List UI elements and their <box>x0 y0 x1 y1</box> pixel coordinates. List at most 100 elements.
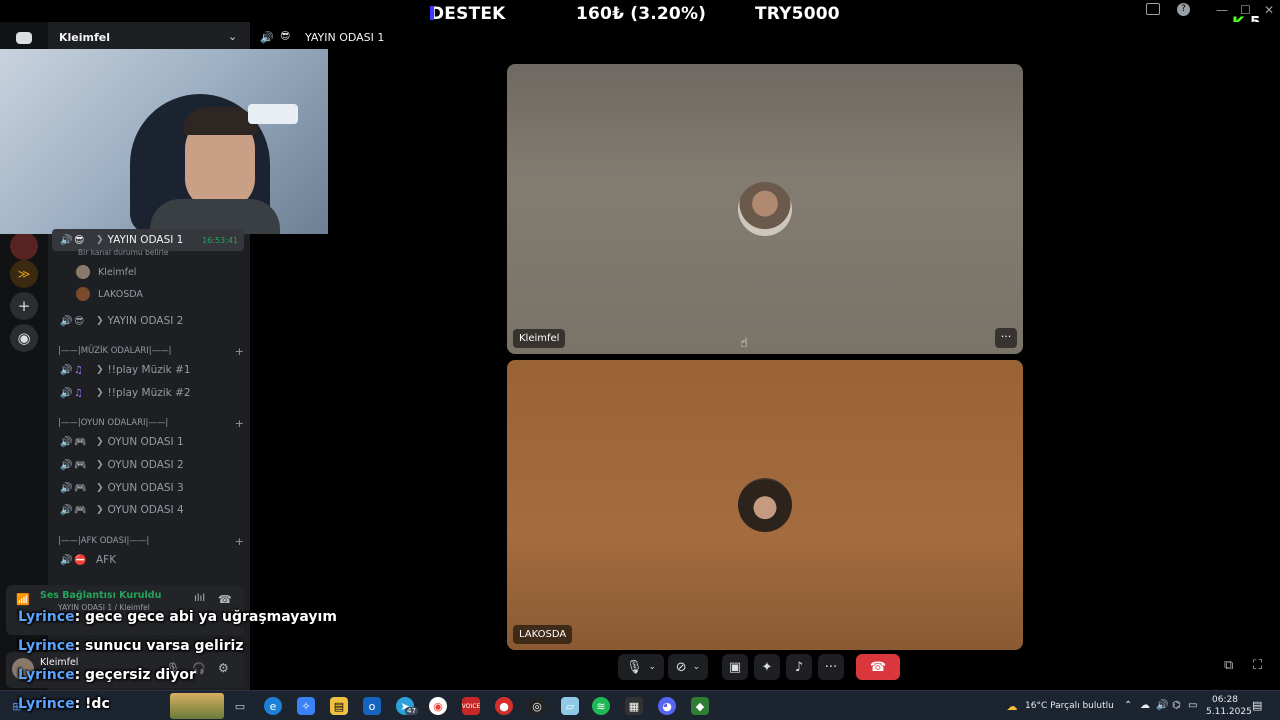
member-kleimfel[interactable]: Kleimfel <box>76 262 136 282</box>
channel-oyun-3[interactable]: 🔊 🎮 ❯ OYUN ODASI 3 <box>52 477 244 499</box>
channel-muzik-1[interactable]: 🔊 ♫ ❯ !!play Müzik #1 <box>52 359 244 381</box>
channel-oyun-4[interactable]: 🔊 🎮 ❯ OYUN ODASI 4 <box>52 499 244 521</box>
screen-share-icon: ▣ <box>728 659 742 675</box>
obs-icon[interactable]: ◎ <box>528 697 546 715</box>
mute-button[interactable]: 🎙 ⌄ <box>618 654 664 680</box>
speaker-icon: 🔊 <box>60 554 73 566</box>
widgets-thumbnail[interactable] <box>170 693 224 719</box>
popout-icon[interactable]: ⧉ <box>1224 658 1233 673</box>
server-icon[interactable] <box>10 232 38 260</box>
server-icon-wings[interactable]: ≫ <box>10 260 38 288</box>
discover-icon[interactable]: ◉ <box>10 324 38 352</box>
avatar <box>76 265 90 279</box>
clock-date[interactable]: 5.11.2025 <box>1206 707 1252 717</box>
add-channel-icon[interactable]: + <box>235 417 244 430</box>
chevron-down-icon[interactable]: ⌄ <box>228 30 237 43</box>
close-icon[interactable]: ✕ <box>1264 3 1274 17</box>
channel-muzik-2[interactable]: 🔊 ♫ ❯ !!play Müzik #2 <box>52 382 244 404</box>
avatar <box>738 478 792 532</box>
channel-name: YAYIN ODASI 1 <box>107 234 184 246</box>
speaker-icon: 🔊 <box>60 459 73 471</box>
tray-chevron-up-icon[interactable]: ⌃ <box>1124 700 1132 711</box>
chevron-down-icon[interactable]: ⌄ <box>648 662 656 672</box>
channel-afk[interactable]: 🔊 ⛔ AFK <box>52 549 244 571</box>
server-name[interactable]: Kleimfel <box>59 31 110 44</box>
sunglasses-emoji-icon: 😎 <box>74 315 85 327</box>
channel-oyun-1[interactable]: 🔊 🎮 ❯ OYUN ODASI 1 <box>52 431 244 453</box>
camera-button[interactable]: ⊘ ⌄ <box>668 654 708 680</box>
weather-icon[interactable]: ☁ <box>1003 697 1021 715</box>
stream-overlay-bar: DESTEK 160₺ (3.20%) TRY5000 ? — ☐ ✕ K 5 <box>0 0 1280 32</box>
channel-name: !!play Müzik #2 <box>107 387 191 399</box>
signal-icon[interactable]: 📶 <box>16 593 30 606</box>
channel-yayin-odasi-2[interactable]: 🔊 😎 ❯ YAYIN ODASI 2 <box>52 310 244 332</box>
phone-hangup-icon: ☎ <box>869 659 887 675</box>
add-channel-icon[interactable]: + <box>235 535 244 548</box>
channel-name: OYUN ODASI 3 <box>107 482 184 494</box>
voice-status[interactable]: Ses Bağlantısı Kuruldu <box>40 590 161 601</box>
channel-status[interactable]: Bir kanal durumu belirle <box>78 248 168 257</box>
record-icon[interactable]: ● <box>495 697 513 715</box>
add-channel-icon[interactable]: + <box>235 345 244 358</box>
display-icon[interactable]: ▭ <box>1188 700 1197 711</box>
discord-home-icon[interactable] <box>16 32 32 44</box>
edge-icon[interactable]: e <box>264 697 282 715</box>
discord-icon[interactable]: ◕ <box>658 697 676 715</box>
camera-off-icon: ⊘ <box>675 659 687 675</box>
clock-time[interactable]: 06:28 <box>1212 695 1238 705</box>
copilot-icon[interactable]: ✧ <box>297 697 315 715</box>
minimize-icon[interactable]: — <box>1216 3 1228 17</box>
music-note-icon: ♫ <box>74 364 83 376</box>
settings-gear-icon[interactable]: ⚙ <box>218 661 229 675</box>
hang-up-button[interactable]: ☎ <box>856 654 900 680</box>
gamepad-icon: 🎮 <box>74 436 87 448</box>
obs-stream-icon[interactable]: VOICE <box>462 697 480 715</box>
game-app-icon[interactable]: ▦ <box>625 697 643 715</box>
channel-name: OYUN ODASI 4 <box>107 504 184 516</box>
weather-text[interactable]: 16°C Parçalı bulutlu <box>1025 701 1114 711</box>
chat-text: : geçersiz diyor <box>74 667 196 683</box>
more-options-icon[interactable]: ··· <box>995 328 1017 348</box>
wifi-icon[interactable]: ⌬ <box>1172 700 1181 711</box>
fullscreen-icon[interactable]: ⛶ <box>1253 658 1262 673</box>
video-tile-kleimfel[interactable]: Kleimfel ··· <box>507 64 1023 354</box>
chat-message: Lyrince: sunucu varsa geliriz <box>18 638 244 654</box>
category-afk[interactable]: |——|AFK ODASI|——| + <box>58 534 244 548</box>
notes-icon[interactable]: ▱ <box>561 697 579 715</box>
speaker-icon: 🔊 <box>60 234 73 246</box>
support-label: DESTEK <box>430 4 506 24</box>
help-icon[interactable]: ? <box>1177 3 1190 16</box>
microphone-icon: 🎙 <box>625 659 643 675</box>
disconnect-icon[interactable]: ☎ <box>218 593 232 606</box>
donation-amount: 160₺ (3.20%) <box>576 4 707 24</box>
speaker-locked-icon: 🔊 <box>60 315 73 327</box>
notifications-icon[interactable]: ▤ <box>1252 699 1262 712</box>
channel-name: OYUN ODASI 1 <box>107 436 184 448</box>
category-oyun[interactable]: |——|OYUN ODALARI|——| + <box>58 416 244 430</box>
add-server-icon[interactable]: + <box>10 292 38 320</box>
screen-share-button[interactable]: ▣ <box>722 654 748 680</box>
network-icon[interactable]: ☁ <box>1140 700 1150 711</box>
activities-button[interactable]: ✦ <box>754 654 780 680</box>
soundboard-button[interactable]: ♪ <box>786 654 812 680</box>
category-muzik[interactable]: |——|MÜZİK ODALARI|——| + <box>58 344 244 358</box>
volume-icon[interactable]: 🔊 <box>1156 700 1168 711</box>
noise-suppression-icon[interactable]: ılıl <box>194 593 205 604</box>
outlook-icon[interactable]: o <box>363 697 381 715</box>
chat-message: Lyrince: !dc <box>18 696 110 712</box>
gamepad-icon: 🎮 <box>74 482 87 494</box>
task-view-icon[interactable]: ▭ <box>231 697 249 715</box>
channel-oyun-2[interactable]: 🔊 🎮 ❯ OYUN ODASI 2 <box>52 454 244 476</box>
file-explorer-icon[interactable]: ▤ <box>330 697 348 715</box>
speaker-icon: 🔊 <box>60 482 73 494</box>
member-lakosda[interactable]: LAKOSDA <box>76 284 143 304</box>
chevron-down-icon[interactable]: ⌄ <box>693 662 701 672</box>
chat-user: Lyrince <box>18 609 75 625</box>
spotify-icon[interactable]: ≋ <box>592 697 610 715</box>
inbox-icon[interactable] <box>1146 3 1160 15</box>
no-entry-icon: ⛔ <box>74 554 87 566</box>
chrome-icon[interactable]: ◉ <box>429 697 447 715</box>
layers-app-icon[interactable]: ◆ <box>691 697 709 715</box>
video-tile-lakosda[interactable]: LAKOSDA <box>507 360 1023 650</box>
more-button[interactable]: ··· <box>818 654 844 680</box>
